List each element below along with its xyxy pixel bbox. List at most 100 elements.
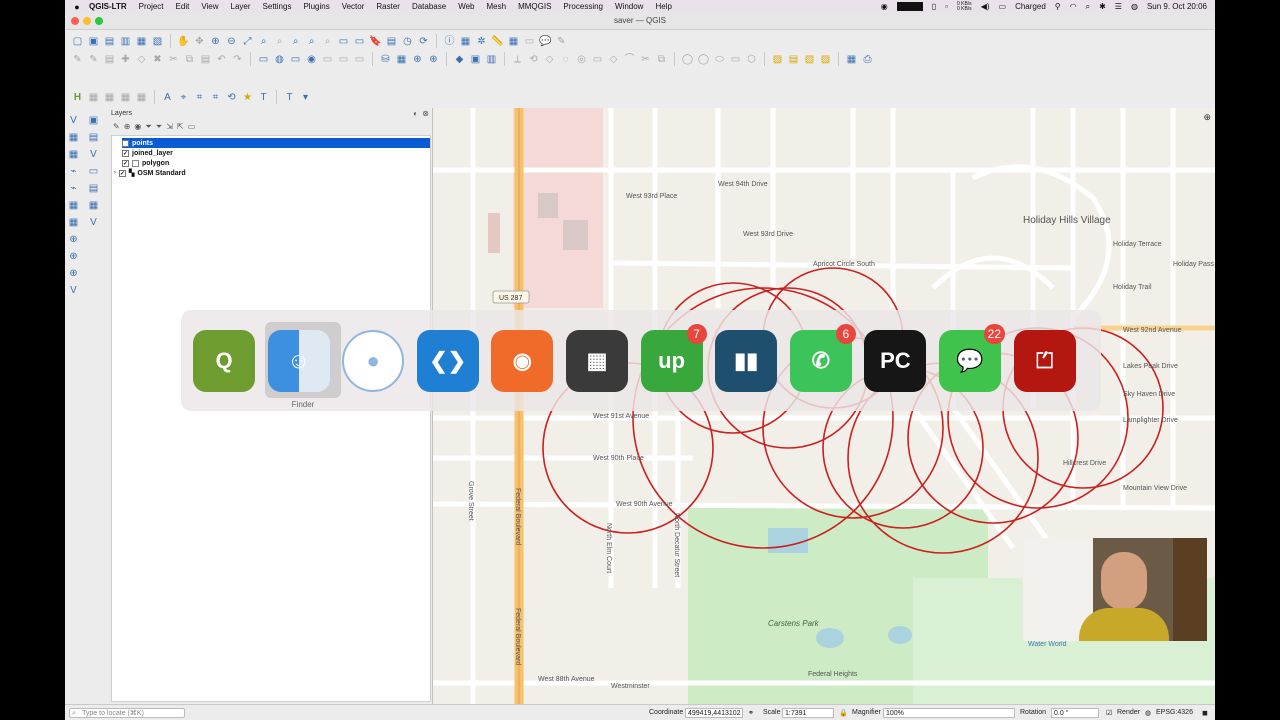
- battery-icon[interactable]: ▭: [999, 2, 1007, 11]
- attribute-table-icon[interactable]: ▦: [459, 35, 472, 48]
- rotate-label-icon[interactable]: ◉: [305, 53, 318, 66]
- locator-input[interactable]: ⌕ Type to locate (⌘K): [69, 708, 185, 718]
- save-as-icon[interactable]: ▥: [119, 35, 132, 48]
- favorite-label-icon[interactable]: ★: [241, 91, 254, 104]
- plugin-folder-icon[interactable]: ▣: [469, 53, 482, 66]
- new-3d-view-icon[interactable]: ▭: [353, 35, 366, 48]
- delete-part-icon[interactable]: ▭: [591, 53, 604, 66]
- switcher-app-firefox[interactable]: ◉: [491, 330, 554, 392]
- switcher-app-vs-code[interactable]: ❮❯: [416, 330, 479, 392]
- pan-to-selection-icon[interactable]: ✥: [193, 35, 206, 48]
- select-location-icon[interactable]: ▨: [819, 53, 832, 66]
- volume-icon[interactable]: ◀): [981, 2, 990, 11]
- move-label-icon[interactable]: ▭: [289, 53, 302, 66]
- zoom-layer-icon[interactable]: ⌕: [273, 35, 286, 48]
- select-by-value-icon[interactable]: ▤: [787, 53, 800, 66]
- bookmark-icon[interactable]: 🔖: [369, 35, 382, 48]
- menu-settings[interactable]: Settings: [263, 2, 292, 11]
- annotation-dropdown-icon[interactable]: ▾: [299, 91, 312, 104]
- coordinate-field[interactable]: 499419,4413102: [685, 708, 743, 718]
- digitizing-advanced-icon[interactable]: ⟂: [511, 53, 524, 66]
- menu-window[interactable]: Window: [615, 2, 643, 11]
- show-bookmarks-icon[interactable]: ▤: [385, 35, 398, 48]
- layer-row-points[interactable]: points: [122, 138, 430, 148]
- split-features-icon[interactable]: ✂: [639, 53, 652, 66]
- switcher-app-pane[interactable]: ▮▮: [715, 330, 778, 392]
- crs-button[interactable]: EPSG:4326: [1156, 709, 1193, 716]
- undo-icon[interactable]: ↶: [215, 53, 228, 66]
- spotlight-icon[interactable]: ⌕: [1086, 2, 1090, 12]
- add-wms-layer-icon[interactable]: ⊕: [67, 233, 80, 246]
- visibility-icon[interactable]: ◉: [134, 122, 141, 134]
- new-spatialite-icon[interactable]: V: [87, 148, 100, 161]
- vertex-tool-icon[interactable]: ◇: [135, 53, 148, 66]
- fill-ring-icon[interactable]: ◎: [575, 53, 588, 66]
- menu-edit[interactable]: Edit: [176, 2, 190, 11]
- app-menu[interactable]: QGIS-LTR: [89, 2, 127, 11]
- add-virtual-layer-icon[interactable]: V: [87, 216, 100, 229]
- wifi-icon[interactable]: ◠: [1070, 2, 1077, 11]
- show-hide-label-icon[interactable]: ⌗: [193, 91, 206, 104]
- measure-icon[interactable]: 📏: [491, 35, 504, 48]
- move-label-tool-icon[interactable]: ⌗: [209, 91, 222, 104]
- reshape-icon[interactable]: ◇: [607, 53, 620, 66]
- layer-row-polygon[interactable]: ✓ polygon: [122, 158, 169, 168]
- add-group-icon[interactable]: ⊕: [124, 122, 131, 134]
- messages-icon[interactable]: ◼: [1202, 709, 1208, 717]
- offset-curve-icon[interactable]: ⌒: [623, 53, 636, 66]
- menu-processing[interactable]: Processing: [563, 2, 603, 11]
- add-gps-icon[interactable]: ⌁: [67, 182, 80, 195]
- pause-icon[interactable]: ▯: [932, 2, 936, 11]
- polygon-tool-icon[interactable]: ⬡: [745, 53, 758, 66]
- scale-combobox[interactable]: 1:7391: [782, 708, 834, 718]
- toggle-extents-icon[interactable]: ⚭: [748, 709, 754, 717]
- clock[interactable]: Sun 9. Oct 20:06: [1147, 2, 1207, 11]
- zoom-native-icon[interactable]: ⌕: [289, 35, 302, 48]
- add-raster-icon[interactable]: ▦: [395, 53, 408, 66]
- expand-arrow-icon[interactable]: ›: [114, 170, 116, 176]
- siri-icon[interactable]: ◍: [1131, 2, 1138, 11]
- new-virtual-icon[interactable]: ▤: [87, 182, 100, 195]
- panel-float-icon[interactable]: ◐: [413, 109, 418, 118]
- expand-all-icon[interactable]: ⇲: [166, 122, 173, 134]
- apple-icon[interactable]: ●: [65, 2, 89, 12]
- layer-row-joined-layer[interactable]: ✓ joined_layer: [122, 148, 173, 158]
- change-label-tool-icon[interactable]: T: [257, 91, 270, 104]
- toggle-editing-icon[interactable]: ✎: [87, 53, 100, 66]
- text-annotation-icon[interactable]: T: [283, 91, 296, 104]
- record-icon[interactable]: ◉: [881, 2, 888, 11]
- ui-icon[interactable]: ▫: [945, 2, 948, 11]
- zoom-last-icon[interactable]: ⌕: [305, 35, 318, 48]
- add-vector-icon[interactable]: ⛁: [379, 53, 392, 66]
- ellipse-tool-icon[interactable]: ⬭: [713, 53, 726, 66]
- switcher-app-pycharm[interactable]: PC: [864, 330, 927, 392]
- menu-raster[interactable]: Raster: [376, 2, 400, 11]
- remove-layer-icon[interactable]: ▭: [188, 122, 196, 134]
- delete-selected-icon[interactable]: ✖: [151, 53, 164, 66]
- copy-icon[interactable]: ⧉: [183, 53, 196, 66]
- label-tool-icon[interactable]: A: [161, 91, 174, 104]
- crs-globe-icon[interactable]: ◍: [1145, 709, 1151, 717]
- add-wcs-icon[interactable]: ⊕: [67, 267, 80, 280]
- digitize-icon[interactable]: ◍: [273, 53, 286, 66]
- zoom-in-icon[interactable]: ⊕: [209, 35, 222, 48]
- circle-tool-icon[interactable]: ◯: [697, 53, 710, 66]
- lock-scale-icon[interactable]: 🔒: [839, 709, 848, 717]
- menu-web[interactable]: Web: [458, 2, 474, 11]
- new-geopackage-icon[interactable]: ▣: [87, 114, 100, 127]
- layout-manager-icon[interactable]: ▧: [151, 35, 164, 48]
- control-center-icon[interactable]: ☰: [1115, 2, 1122, 11]
- merge-features-icon[interactable]: ⧉: [655, 53, 668, 66]
- select-features-icon[interactable]: ▨: [771, 53, 784, 66]
- filter-legend-icon[interactable]: ⏷: [145, 122, 151, 134]
- add-mesh-icon[interactable]: ▦: [67, 148, 80, 161]
- print-layout-icon[interactable]: ▦: [135, 35, 148, 48]
- field-calculator-icon[interactable]: ▦: [507, 35, 520, 48]
- add-ring-icon[interactable]: ◌: [559, 53, 572, 66]
- panel-close-icon[interactable]: ⊗: [422, 109, 429, 118]
- menu-view[interactable]: View: [201, 2, 218, 11]
- paste-icon[interactable]: ▤: [199, 53, 212, 66]
- add-feature-icon[interactable]: ✚: [119, 53, 132, 66]
- layer-row-osm-standard[interactable]: › ✓ ▚ OSM Standard: [114, 168, 186, 178]
- menu-project[interactable]: Project: [139, 2, 164, 11]
